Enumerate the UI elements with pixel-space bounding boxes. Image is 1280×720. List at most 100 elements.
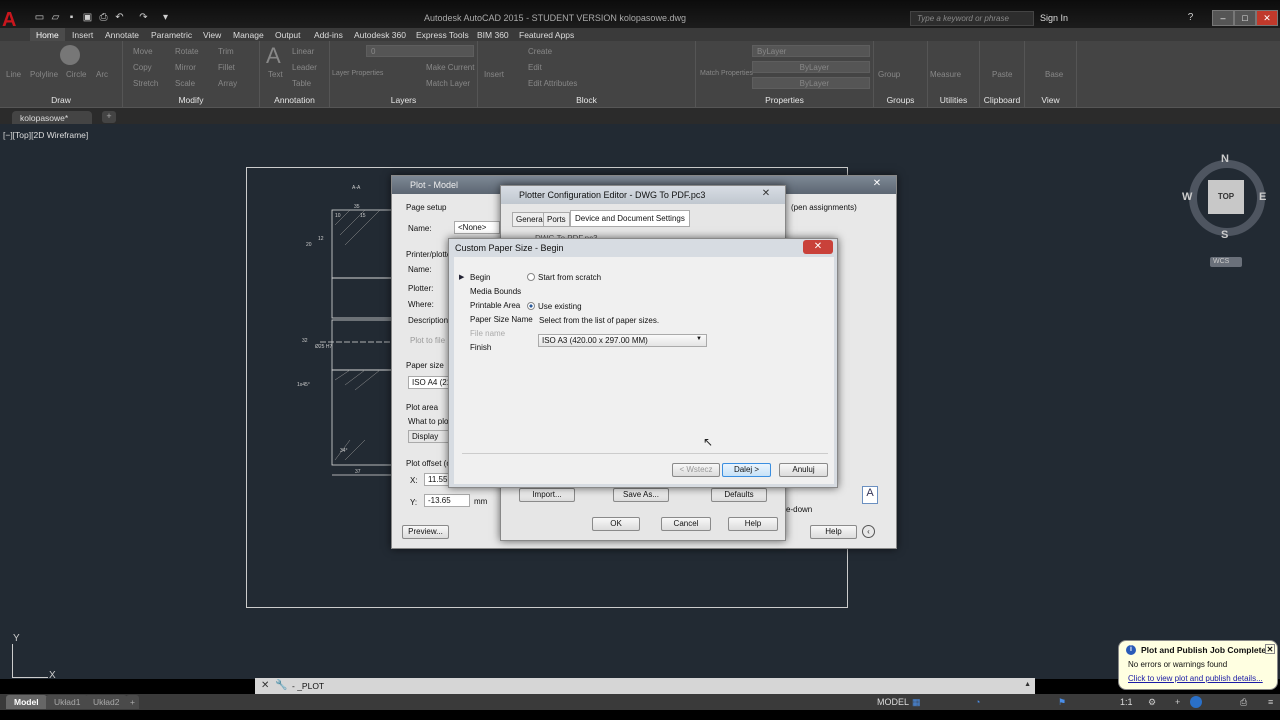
- cancel-button[interactable]: Cancel: [661, 517, 711, 531]
- tab-featured-apps[interactable]: Featured Apps: [513, 28, 580, 41]
- customize-icon[interactable]: ▾: [160, 12, 171, 23]
- match-layer-button[interactable]: Match Layer: [426, 79, 470, 88]
- make-current-button[interactable]: Make Current: [426, 63, 474, 72]
- paper-size-dropdown[interactable]: ISO A3 (420.00 x 297.00 MM) ▼: [538, 334, 707, 347]
- y-offset-input[interactable]: -13.65: [424, 494, 470, 507]
- plotter-config-close-button[interactable]: ✕: [751, 187, 781, 201]
- save-icon[interactable]: ▪: [66, 12, 77, 23]
- paste-button[interactable]: Paste: [992, 70, 1012, 79]
- array-button[interactable]: Array: [218, 79, 237, 88]
- gear-icon[interactable]: ⚙: [1148, 697, 1156, 708]
- layout-tab-model[interactable]: Model: [6, 695, 47, 709]
- open-icon[interactable]: ▱: [50, 12, 61, 23]
- color-dropdown[interactable]: ByLayer: [752, 45, 870, 57]
- tab-output[interactable]: Output: [269, 28, 307, 41]
- stretch-button[interactable]: Stretch: [133, 79, 158, 88]
- tab-parametric[interactable]: Parametric: [145, 28, 198, 41]
- viewcube-north[interactable]: N: [1221, 153, 1229, 165]
- panel-title-modify[interactable]: Modify: [123, 95, 259, 105]
- tab-insert[interactable]: Insert: [66, 28, 99, 41]
- panel-title-block[interactable]: Block: [478, 95, 695, 105]
- viewcube-south[interactable]: S: [1221, 229, 1228, 241]
- back-button[interactable]: < Wstecz: [672, 463, 720, 477]
- group-button[interactable]: Group: [878, 70, 900, 79]
- help-button[interactable]: Help: [728, 517, 778, 531]
- fillet-button[interactable]: Fillet: [218, 63, 235, 72]
- new-icon[interactable]: ▭: [34, 12, 45, 23]
- use-existing-label[interactable]: Use existing: [538, 302, 582, 311]
- layer-dropdown[interactable]: 0: [366, 45, 474, 57]
- layout-tab-uklad1[interactable]: Układ1: [46, 695, 89, 709]
- panel-title-draw[interactable]: Draw: [0, 95, 122, 105]
- customize-wrench-icon[interactable]: 🔧: [275, 680, 287, 691]
- file-tab-kolopasowe[interactable]: kolopasowe*: [12, 111, 92, 125]
- panel-title-view[interactable]: View: [1025, 95, 1076, 105]
- plot-notification[interactable]: i Plot and Publish Job Complete ✕ No err…: [1118, 640, 1278, 690]
- polyline-button[interactable]: Polyline: [30, 70, 58, 79]
- plot-to-file-checkbox[interactable]: Plot to file: [410, 336, 445, 345]
- panel-title-utilities[interactable]: Utilities: [928, 95, 979, 105]
- insert-button[interactable]: Insert: [484, 70, 504, 79]
- layer-properties-button[interactable]: Layer Properties: [332, 70, 383, 77]
- edit-block-button[interactable]: Edit: [528, 63, 542, 72]
- defaults-button[interactable]: Defaults: [711, 488, 767, 502]
- viewcube-east[interactable]: E: [1259, 191, 1266, 203]
- sign-in-button[interactable]: Sign In: [1040, 13, 1068, 23]
- wcs-menu[interactable]: WCS: [1210, 257, 1242, 267]
- notification-close-button[interactable]: ✕: [1265, 644, 1275, 654]
- start-from-scratch-label[interactable]: Start from scratch: [538, 273, 601, 282]
- trim-button[interactable]: Trim: [218, 47, 234, 56]
- text-button[interactable]: Text: [268, 70, 283, 79]
- model-space-button[interactable]: MODEL: [877, 697, 909, 707]
- plot-status-icon[interactable]: ⎙: [1240, 697, 1247, 708]
- tab-home[interactable]: Home: [30, 28, 65, 41]
- polar-tracking-icon[interactable]: ◔: [975, 697, 980, 707]
- edit-attributes-button[interactable]: Edit Attributes: [528, 79, 577, 88]
- linetype-dropdown[interactable]: ByLayer: [752, 61, 870, 73]
- cancel-wizard-button[interactable]: Anuluj: [779, 463, 828, 477]
- scale-button[interactable]: Scale: [175, 79, 195, 88]
- table-button[interactable]: Table: [292, 79, 311, 88]
- tab-manage[interactable]: Manage: [227, 28, 270, 41]
- notification-details-link[interactable]: Click to view plot and publish details..…: [1128, 674, 1263, 683]
- use-existing-radio[interactable]: [527, 302, 535, 310]
- rotate-button[interactable]: Rotate: [175, 47, 199, 56]
- customize-menu-icon[interactable]: ≡: [1268, 697, 1273, 707]
- panel-title-annotation[interactable]: Annotation: [260, 95, 329, 105]
- next-button[interactable]: Dalej >: [722, 463, 771, 477]
- mirror-button[interactable]: Mirror: [175, 63, 196, 72]
- tab-express-tools[interactable]: Express Tools: [410, 28, 475, 41]
- line-button[interactable]: Line: [6, 70, 21, 79]
- ok-button[interactable]: OK: [592, 517, 640, 531]
- tab-bim-360[interactable]: BIM 360: [471, 28, 515, 41]
- measure-button[interactable]: Measure: [930, 70, 961, 79]
- panel-title-groups[interactable]: Groups: [874, 95, 927, 105]
- tab-ports[interactable]: Ports: [543, 212, 570, 227]
- annotation-scale[interactable]: 1:1: [1120, 697, 1133, 707]
- minimize-button[interactable]: –: [1212, 10, 1234, 26]
- grid-icon[interactable]: ▦: [912, 697, 921, 708]
- copy-button[interactable]: Copy: [133, 63, 152, 72]
- viewcube-top-face[interactable]: TOP: [1208, 180, 1244, 214]
- layout-tab-uklad2[interactable]: Układ2: [85, 695, 128, 709]
- page-setup-name-select[interactable]: <None>: [454, 221, 500, 234]
- import-button[interactable]: Import...: [519, 488, 575, 502]
- start-from-scratch-radio[interactable]: [527, 273, 535, 281]
- plot-help-button[interactable]: Help: [810, 525, 857, 539]
- panel-title-clipboard[interactable]: Clipboard: [980, 95, 1024, 105]
- leader-button[interactable]: Leader: [292, 63, 317, 72]
- redo-icon[interactable]: ↷: [138, 12, 149, 23]
- annotation-visibility-icon[interactable]: ⚑: [1058, 697, 1066, 708]
- new-tab-button[interactable]: +: [102, 111, 116, 123]
- base-button[interactable]: Base: [1045, 70, 1063, 79]
- lineweight-dropdown[interactable]: ByLayer: [752, 77, 870, 89]
- help-icon[interactable]: ?: [1185, 12, 1196, 23]
- add-layout-button[interactable]: +: [126, 695, 139, 709]
- search-input[interactable]: Type a keyword or phrase: [910, 11, 1034, 26]
- move-button[interactable]: Move: [133, 47, 153, 56]
- close-button[interactable]: ✕: [1256, 10, 1278, 26]
- isolate-objects-icon[interactable]: [1190, 696, 1202, 708]
- panel-title-layers[interactable]: Layers: [330, 95, 477, 105]
- viewcube-west[interactable]: W: [1182, 191, 1192, 203]
- maximize-button[interactable]: □: [1234, 10, 1256, 26]
